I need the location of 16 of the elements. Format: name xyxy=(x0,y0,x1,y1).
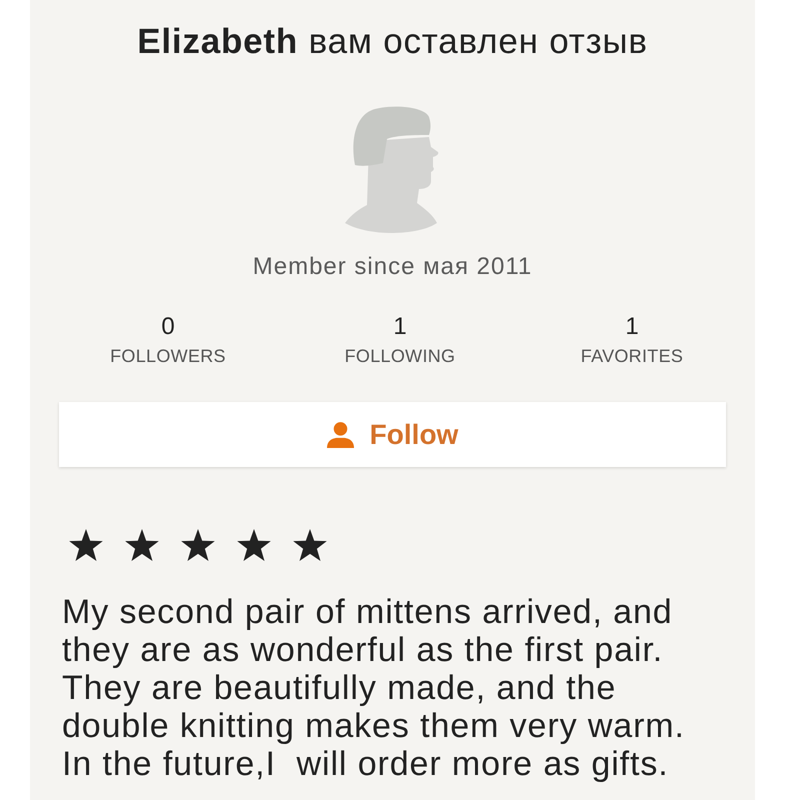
review-text: My second pair of mittens arrived, and they are as wonderful as the first pair. They are beautifully made, and the double knitting makes them very warm. In the future,I will order more as gifts. xyxy=(62,593,686,783)
star-icon xyxy=(236,528,272,563)
member-since-text: Member since мая 2011 xyxy=(252,253,532,281)
star-icon xyxy=(180,528,216,563)
review-title: Elizabeth вам оставлен отзыв xyxy=(137,21,648,63)
stat-count: 1 xyxy=(625,313,639,341)
avatar-silhouette-icon xyxy=(344,105,440,233)
stat-label[interactable]: FOLLOWERS xyxy=(110,345,226,367)
person-icon xyxy=(326,421,354,448)
star-icon xyxy=(292,528,328,563)
stat-count: 0 xyxy=(161,313,175,341)
stat-count: 1 xyxy=(393,313,407,341)
stat-label[interactable]: FAVORITES xyxy=(580,345,684,367)
star-icon xyxy=(68,528,104,563)
stat-label[interactable]: FOLLOWING xyxy=(344,345,456,367)
star-icon xyxy=(124,528,160,563)
